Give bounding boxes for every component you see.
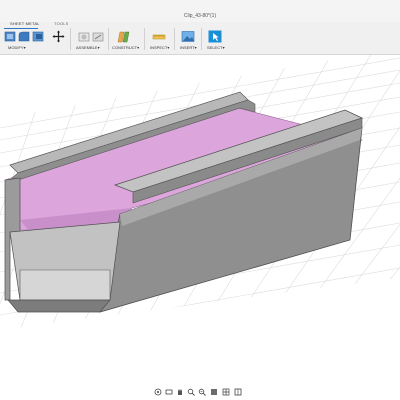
offset-plane-icon[interactable] (116, 30, 130, 43)
select-menu[interactable]: SELECT▾ (207, 45, 225, 50)
modify-menu[interactable]: MODIFY▾ (8, 45, 26, 50)
inspect-label: INSPECT (150, 45, 168, 50)
insert-menu[interactable]: INSERT▾ (180, 45, 197, 50)
display-settings-icon[interactable] (210, 388, 218, 396)
modify-label: MODIFY (8, 45, 24, 50)
viewports-icon[interactable] (234, 388, 242, 396)
tab-sheet-metal[interactable]: SHEET METAL (10, 21, 40, 26)
separator (70, 28, 71, 50)
move-icon[interactable] (52, 30, 65, 43)
joint-icon[interactable] (92, 30, 104, 43)
grid-settings-icon[interactable] (222, 388, 230, 396)
construct-menu[interactable]: CONSTRUCT▾ (112, 45, 139, 50)
press-pull-icon[interactable] (4, 30, 16, 43)
measure-icon[interactable] (152, 30, 166, 43)
separator (174, 28, 175, 50)
insert-caret-icon: ▾ (194, 45, 197, 50)
pan-icon[interactable] (176, 388, 184, 396)
title-bar: Clip_43-80*(1) (0, 0, 400, 22)
canvas-viewport[interactable] (0, 55, 400, 385)
select-icon[interactable] (208, 30, 222, 43)
document-title: Clip_43-80*(1) (183, 13, 217, 19)
fit-icon[interactable] (198, 388, 206, 396)
separator (144, 28, 145, 50)
tab-tools[interactable]: TOOLS (54, 21, 69, 26)
select-caret-icon: ▾ (222, 45, 225, 50)
insert-label: INSERT (180, 45, 195, 50)
separator (201, 28, 202, 50)
modify-caret-icon: ▾ (23, 45, 26, 50)
navigation-bar (150, 388, 250, 397)
front-bottom-slot (19, 269, 111, 301)
separator (108, 28, 109, 50)
zoom-icon[interactable] (187, 388, 195, 396)
active-tab-indicator (4, 28, 38, 29)
look-at-icon[interactable] (165, 388, 173, 396)
inspect-menu[interactable]: INSPECT▾ (150, 45, 169, 50)
inspect-caret-icon: ▾ (167, 45, 170, 50)
assemble-caret-icon: ▾ (97, 45, 100, 50)
fillet-icon[interactable] (18, 30, 30, 43)
ribbon-toolbar: SHEET METAL TOOLS MODIFY▾ ASSEMBLE▾ CONS… (0, 21, 400, 55)
construct-caret-icon: ▾ (137, 45, 140, 50)
construct-label: CONSTRUCT (112, 45, 138, 50)
new-component-icon[interactable] (78, 30, 90, 43)
assemble-label: ASSEMBLE (76, 45, 98, 50)
assemble-menu[interactable]: ASSEMBLE▾ (76, 45, 100, 50)
insert-image-icon[interactable] (181, 30, 195, 43)
shell-icon[interactable] (32, 30, 44, 43)
select-label: SELECT (207, 45, 223, 50)
orbit-icon[interactable] (154, 388, 162, 396)
bottom-edge (7, 299, 111, 313)
